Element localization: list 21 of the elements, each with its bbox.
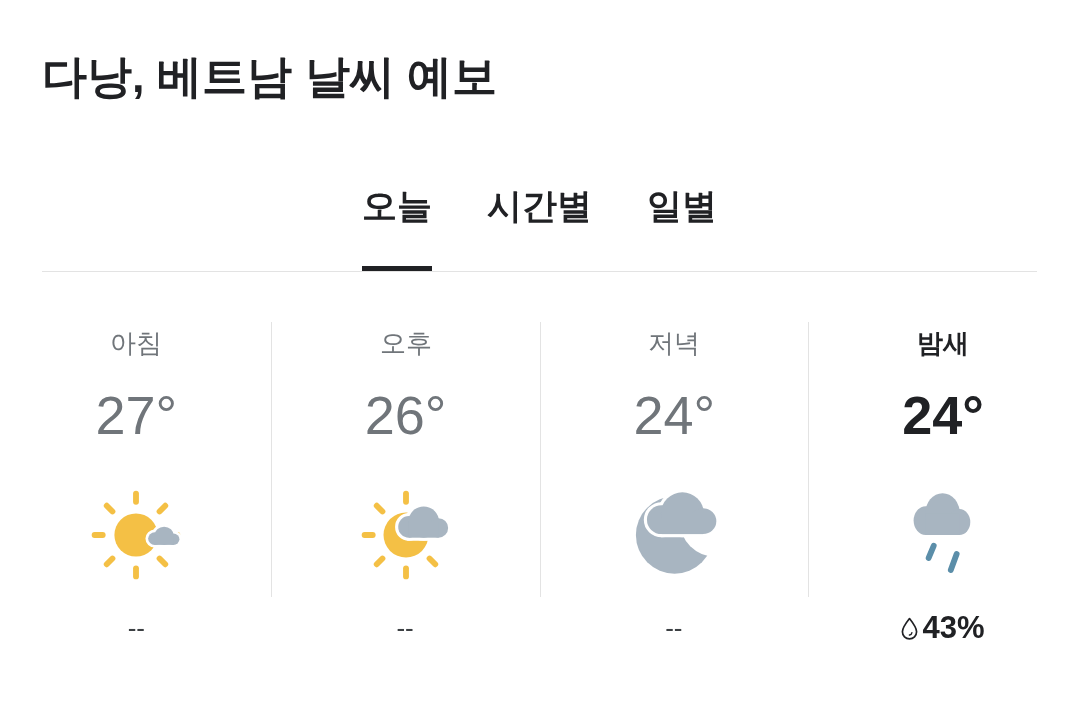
sun-cloud-icon: [91, 490, 182, 580]
temperature-text: 27°: [95, 384, 178, 446]
period-label: 저녁: [648, 327, 701, 360]
period-label: 아침: [110, 327, 163, 360]
precipitation-text: --: [127, 612, 146, 645]
tab[interactable]: 시간별: [487, 185, 592, 271]
precipitation-text: --: [396, 612, 414, 645]
period-label: 오후: [379, 327, 432, 360]
temperature-text: 24°: [633, 384, 716, 446]
precipitation-text: --: [665, 612, 683, 645]
temperature-text: 24°: [902, 384, 984, 446]
precipitation-text: 43%: [922, 611, 985, 645]
rain-cloud-icon: [913, 490, 972, 573]
temperature-text: 26°: [364, 384, 447, 446]
page-title: 다낭, 베트남 날씨 예보: [42, 50, 497, 103]
period-label: 밤새: [917, 327, 970, 360]
sun-cloud-icon: [360, 490, 451, 580]
moon-cloud-icon: [634, 490, 720, 576]
tab[interactable]: 일별: [647, 185, 717, 271]
droplet-icon: [900, 616, 918, 640]
tab[interactable]: 오늘: [362, 185, 432, 271]
